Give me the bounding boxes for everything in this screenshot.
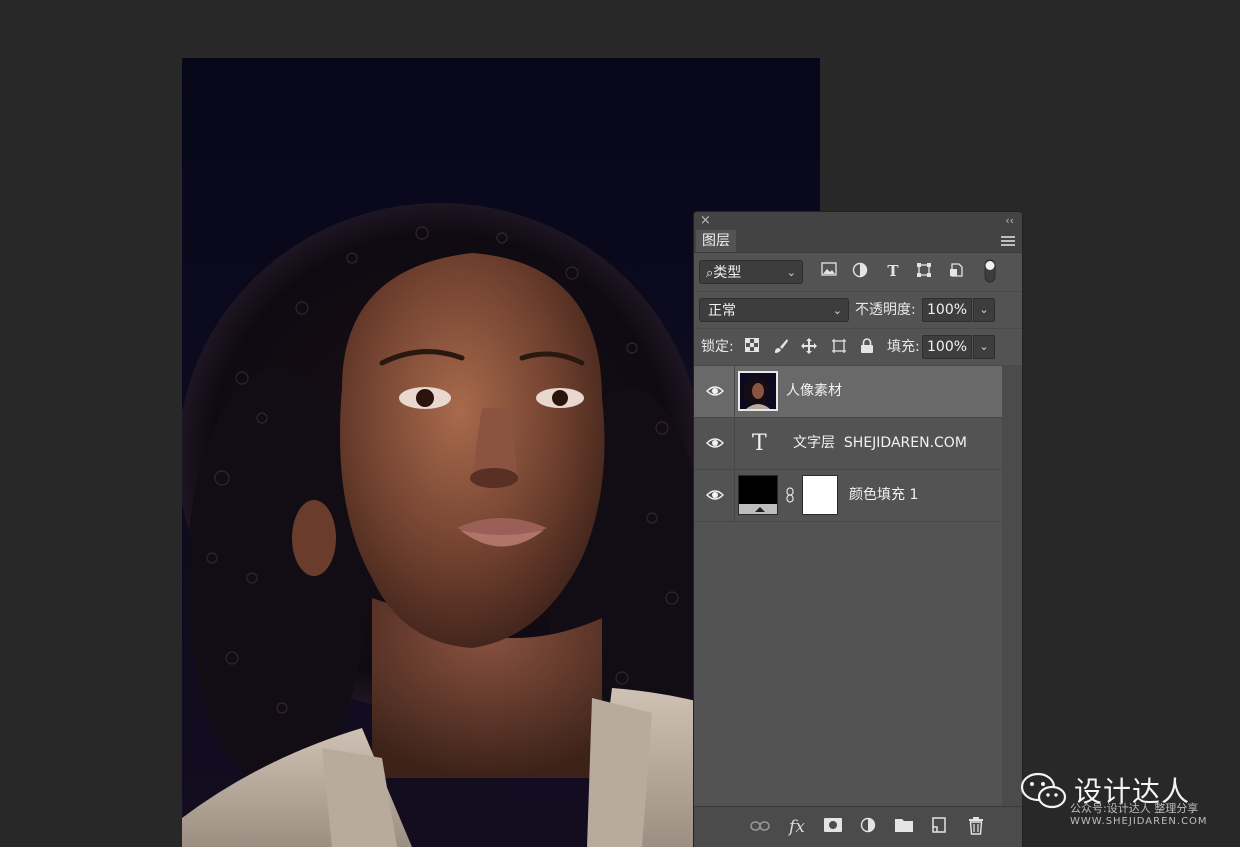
visibility-eye-icon[interactable] <box>706 384 724 398</box>
type-filter-icon[interactable]: T <box>884 262 902 280</box>
watermark-subtitle: 公众号:设计达人 整理分享 <box>1070 802 1199 815</box>
visibility-eye-icon[interactable] <box>706 488 724 502</box>
lock-position-icon[interactable] <box>800 338 818 356</box>
filter-row: ⌕类型 ⌄ T <box>694 253 1022 292</box>
collapse-icon[interactable]: ‹‹ <box>1005 212 1014 230</box>
image-filter-icon[interactable] <box>820 262 838 280</box>
filter-kind-select[interactable]: ⌕类型 ⌄ <box>699 260 803 284</box>
layers-panel: × ‹‹ 图层 ⌕类型 ⌄ T 正常 ⌄ 不透明度: 100% ⌄ 锁定: 填充… <box>694 212 1022 847</box>
lock-image-pixels-icon[interactable] <box>772 338 790 356</box>
lock-label: 锁定: <box>701 339 734 355</box>
lock-all-icon[interactable] <box>858 338 876 356</box>
layers-list: 人像素材 T 文字层 SHEJIDAREN.COM 颜色填充 1 <box>694 366 1022 522</box>
mask-link-icon[interactable] <box>786 487 794 503</box>
layer-divider <box>734 418 735 469</box>
tab-layers[interactable]: 图层 <box>696 230 736 252</box>
watermark-url: WWW.SHEJIDAREN.COM <box>1070 816 1208 827</box>
fx-icon[interactable]: fx <box>787 817 807 837</box>
opacity-label: 不透明度: <box>855 302 916 318</box>
new-layer-icon[interactable] <box>929 817 949 837</box>
layer-portrait[interactable]: 人像素材 <box>694 366 1002 418</box>
fill-thumbnail[interactable] <box>738 475 778 515</box>
panel-title-bar[interactable]: × ‹‹ <box>694 212 1022 230</box>
panel-menu-icon[interactable] <box>1001 234 1015 248</box>
layer-divider <box>734 470 735 521</box>
layer-name[interactable]: 文字层 SHEJIDAREN.COM <box>793 418 967 469</box>
visibility-eye-icon[interactable] <box>706 436 724 450</box>
type-layer-icon: T <box>752 431 767 456</box>
fill-dropdown[interactable]: ⌄ <box>973 335 995 359</box>
wechat-logo <box>1020 772 1067 809</box>
layers-bottom-bar: fx <box>694 806 1022 847</box>
lock-artboard-icon[interactable] <box>830 338 848 356</box>
mask-thumbnail[interactable] <box>802 475 838 515</box>
layer-name[interactable]: 颜色填充 1 <box>849 470 918 521</box>
close-icon[interactable]: × <box>700 212 711 230</box>
smart-object-filter-icon[interactable] <box>947 262 965 280</box>
link-layers-icon[interactable] <box>750 817 770 837</box>
new-group-icon[interactable] <box>894 817 914 837</box>
fill-label: 填充: <box>887 339 920 355</box>
layer-thumbnail[interactable] <box>738 371 778 411</box>
chevron-down-icon: ⌄ <box>786 266 796 279</box>
layer-color-fill[interactable]: 颜色填充 1 <box>694 470 1002 522</box>
panel-tab-bar: 图层 <box>694 230 1022 253</box>
layer-text[interactable]: T 文字层 SHEJIDAREN.COM <box>694 418 1002 470</box>
blend-row: 正常 ⌄ 不透明度: 100% ⌄ <box>694 292 1022 329</box>
shape-filter-icon[interactable] <box>915 262 933 280</box>
lock-row: 锁定: 填充: 100% ⌄ <box>694 329 1022 366</box>
delete-layer-icon[interactable] <box>966 817 986 837</box>
layer-divider <box>734 366 735 417</box>
adjustment-filter-icon[interactable] <box>851 262 869 280</box>
watermark: 设计达人 公众号:设计达人 整理分享 WWW.SHEJIDAREN.COM <box>1018 770 1228 830</box>
opacity-input[interactable]: 100% <box>922 298 972 322</box>
adjustment-layer-icon[interactable] <box>858 817 878 837</box>
filter-toggle-icon[interactable] <box>981 259 999 283</box>
blend-mode-select[interactable]: 正常 ⌄ <box>699 298 849 322</box>
lock-transparent-pixels-icon[interactable] <box>743 338 761 356</box>
blend-mode-value: 正常 <box>708 303 736 319</box>
add-mask-icon[interactable] <box>823 817 843 837</box>
chevron-down-icon: ⌄ <box>832 304 842 317</box>
fill-input[interactable]: 100% <box>922 335 972 359</box>
opacity-dropdown[interactable]: ⌄ <box>973 298 995 322</box>
filter-kind-value: 类型 <box>713 265 742 281</box>
layer-name[interactable]: 人像素材 <box>786 366 842 417</box>
